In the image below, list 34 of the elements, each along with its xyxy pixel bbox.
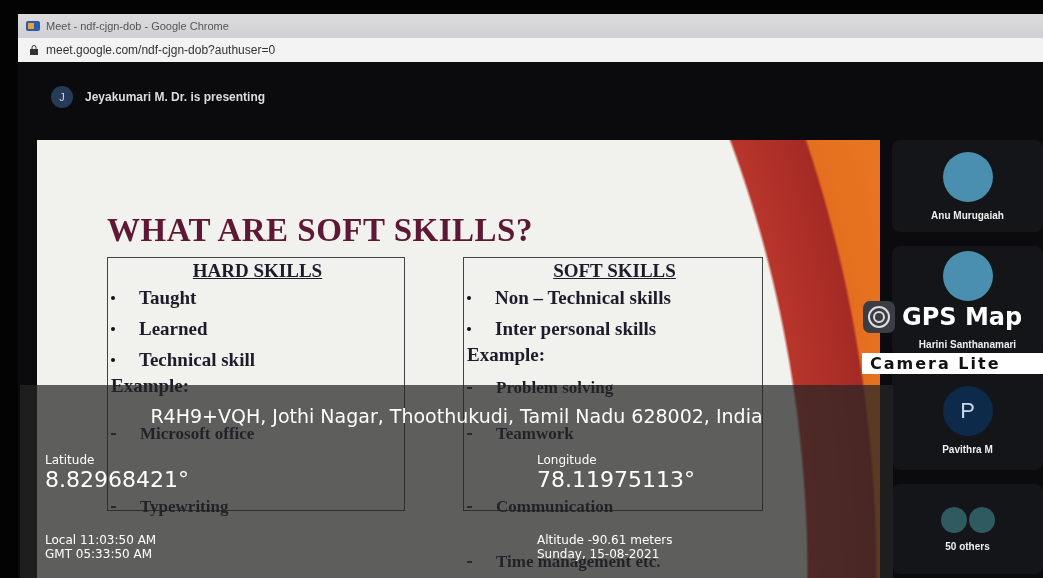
slide-title: WHAT ARE SOFT SKILLS?	[107, 212, 534, 249]
lock-icon	[30, 45, 38, 55]
column-heading: HARD SKILLS	[191, 260, 324, 282]
avatar	[940, 506, 967, 533]
bullet-item: Taught	[111, 282, 404, 313]
address-bar[interactable]: meet.google.com/ndf-cjgn-dob?authuser=0	[18, 38, 1043, 62]
window-title: Meet - ndf-cjgn-dob - Google Chrome	[46, 20, 229, 32]
example-label: Example:	[467, 344, 547, 367]
avatar	[968, 506, 995, 533]
participant-name: Anu Murugaiah	[931, 209, 1004, 221]
participant-name: Harini Santhanamari	[918, 339, 1017, 350]
bullet-item: Inter personal skills	[467, 313, 762, 344]
avatar-placeholder	[942, 251, 993, 301]
camera-lens-icon	[862, 300, 896, 334]
avatar: P	[942, 385, 993, 436]
url-text: meet.google.com/ndf-cjgn-dob?authuser=0	[46, 43, 276, 57]
column-heading: SOFT SKILLS	[552, 260, 677, 282]
bullet-item: Technical skill	[111, 344, 404, 375]
latitude-value: 8.82968421°	[45, 467, 189, 493]
participant-count: 50 others	[945, 540, 990, 552]
gmt-time: GMT 05:33:50 AM	[45, 547, 153, 561]
presenting-label: Jeyakumari M. Dr. is presenting	[85, 90, 266, 104]
app-icon	[26, 21, 40, 31]
bullet-item: Non – Technical skills	[467, 282, 762, 313]
brand-title: GPS Map	[902, 303, 1023, 331]
latitude-label: Latitude	[45, 453, 95, 467]
brand-subtitle: Camera Lite	[862, 353, 1043, 374]
participant-name: Pavithra M	[942, 443, 993, 455]
longitude-label: Longitude	[537, 453, 597, 467]
longitude-value: 78.11975113°	[537, 467, 695, 493]
presenter-avatar: J	[51, 86, 73, 108]
local-time: Local 11:03:50 AM	[45, 533, 157, 547]
altitude-text: Altitude -90.61 meters	[537, 533, 673, 547]
bullet-item: Learned	[111, 313, 404, 344]
